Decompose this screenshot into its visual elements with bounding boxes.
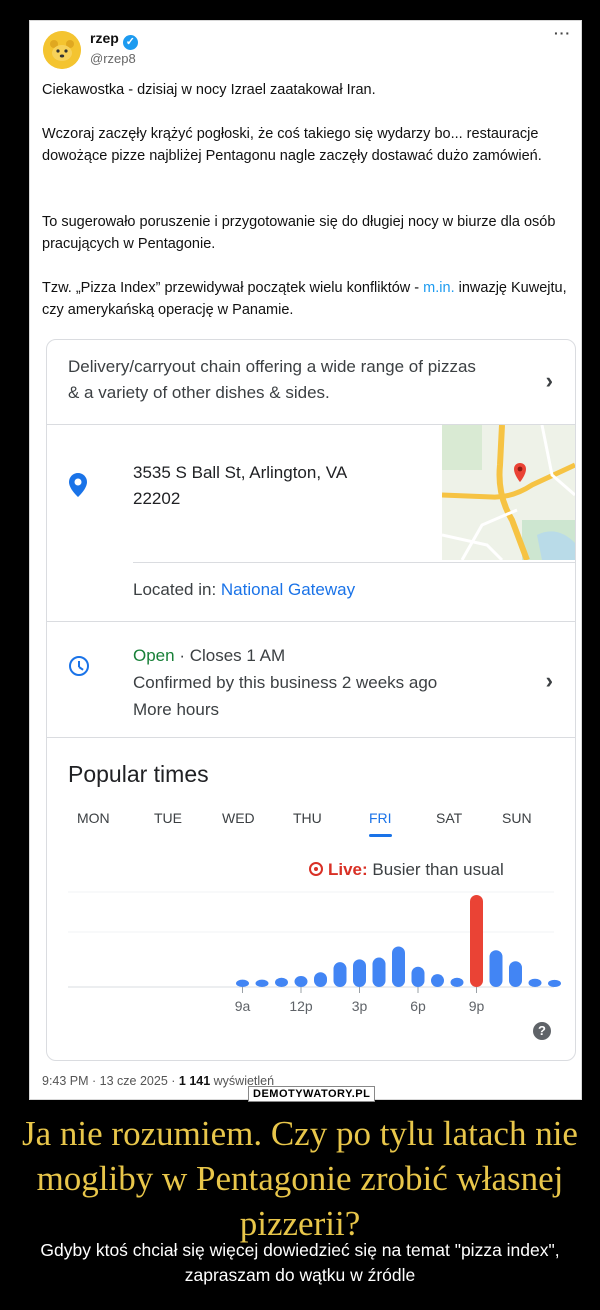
author-handle[interactable]: @rzep8: [90, 51, 136, 66]
popular-times-chart: 9a 12p 3p 6p 9p: [68, 891, 561, 1014]
place-description: Delivery/carryout chain offering a wide …: [68, 357, 476, 402]
usual-bar: [528, 978, 542, 987]
usual-bar: [294, 975, 308, 987]
help-icon[interactable]: ?: [533, 1022, 551, 1040]
caption-subtitle: Gdyby ktoś chciał się więcej dowiedzieć …: [40, 1240, 560, 1285]
tab-wed[interactable]: WED: [222, 810, 255, 826]
live-label: Live:: [328, 860, 368, 879]
more-hours-link[interactable]: More hours: [133, 696, 437, 723]
timestamp: 9:43 PM · 13 cze 2025 ·: [42, 1074, 179, 1088]
tab-fri[interactable]: FRI: [369, 810, 392, 837]
usual-bar: [392, 946, 405, 987]
map-icon: [442, 425, 575, 560]
located-link[interactable]: National Gateway: [221, 580, 355, 599]
located-in: Located in: National Gateway: [133, 580, 355, 600]
closing-time: · Closes 1 AM: [174, 646, 286, 665]
usual-bar: [275, 977, 288, 987]
chevron-right-icon[interactable]: ›: [546, 370, 553, 392]
tweet-frame: rzep ✓ @rzep8 ··· Ciekawostka - dzisiaj w…: [29, 20, 582, 1102]
tweet-paragraph: Wczoraj zaczęły krążyć pogłoski, że coś …: [42, 126, 542, 164]
day-tabs: MON TUE WED THU FRI SAT SUN: [77, 810, 547, 840]
view-count: 1 141: [178, 1074, 211, 1088]
map-thumbnail[interactable]: [442, 425, 575, 560]
usual-bar: [372, 957, 386, 987]
divider: [47, 621, 575, 622]
tab-mon[interactable]: MON: [77, 810, 110, 826]
open-status: Open: [133, 646, 175, 665]
x-tick-label: 9p: [469, 998, 485, 1014]
live-text: Busier than usual: [367, 860, 504, 879]
address-line: 22202: [133, 489, 181, 508]
usual-bar: [548, 979, 561, 987]
tweet-paragraph: Ciekawostka - dzisiaj w nocy Izrael zaat…: [42, 82, 376, 98]
address[interactable]: 3535 S Ball St, Arlington, VA 22202: [133, 460, 347, 512]
tab-tue[interactable]: TUE: [154, 810, 182, 826]
clock-icon: [69, 656, 89, 676]
usual-bar: [431, 974, 444, 987]
located-label: Located in:: [133, 580, 221, 599]
live-dot-icon: [309, 862, 323, 876]
address-line: 3535 S Ball St, Arlington, VA: [133, 463, 348, 482]
usual-bar: [314, 972, 327, 987]
avatar[interactable]: [43, 31, 81, 69]
tweet-text: Tzw. „Pizza Index” przewidywał początek …: [42, 280, 424, 296]
divider: [47, 737, 575, 738]
x-tick-label: 12p: [289, 998, 313, 1014]
tweet-paragraph: Tzw. „Pizza Index” przewidywał początek …: [42, 277, 577, 321]
tab-sun[interactable]: SUN: [502, 810, 532, 826]
chevron-right-icon[interactable]: ›: [546, 670, 553, 692]
x-tick-label: 9a: [235, 998, 251, 1014]
tweet-link[interactable]: m.in.: [423, 280, 454, 296]
x-tick-label: 3p: [352, 998, 368, 1014]
caption-title: Ja nie rozumiem. Czy po tylu latach nie …: [22, 1114, 578, 1243]
more-options-icon[interactable]: ···: [554, 25, 571, 41]
location-pin-icon: [69, 473, 87, 497]
place-card[interactable]: Delivery/carryout chain offering a wide …: [46, 339, 576, 1061]
usual-bar: [489, 950, 503, 987]
usual-bar: [509, 961, 522, 987]
bear-avatar-icon: [43, 31, 81, 69]
usual-bar: [411, 966, 425, 987]
divider: [133, 562, 575, 563]
x-tick-label: 6p: [410, 998, 426, 1014]
usual-bar: [353, 959, 366, 987]
confirmed-text: Confirmed by this business 2 weeks ago: [133, 673, 438, 692]
usual-bar: [450, 977, 464, 987]
hours-status: Open · Closes 1 AM: [133, 642, 437, 669]
usual-bar: [255, 979, 269, 987]
hours-block[interactable]: Open · Closes 1 AM Confirmed by this bus…: [133, 642, 437, 723]
tweet-meta: 9:43 PM · 13 cze 2025 · 1 141 wyświetleń: [42, 1074, 274, 1088]
usual-bar: [333, 962, 347, 987]
popular-times-title: Popular times: [68, 761, 209, 787]
tab-thu[interactable]: THU: [293, 810, 322, 826]
watermark: DEMOTYWATORY.PL: [248, 1086, 376, 1102]
tweet-paragraph: To sugerowało poruszenie i przygotowanie…: [42, 214, 556, 252]
tab-sat[interactable]: SAT: [436, 810, 462, 826]
author-name[interactable]: rzep ✓: [90, 30, 138, 50]
live-bar: [470, 895, 483, 987]
live-status: Live: Busier than usual: [309, 860, 504, 880]
usual-bar: [236, 979, 249, 987]
verified-badge-icon: ✓: [122, 35, 138, 50]
